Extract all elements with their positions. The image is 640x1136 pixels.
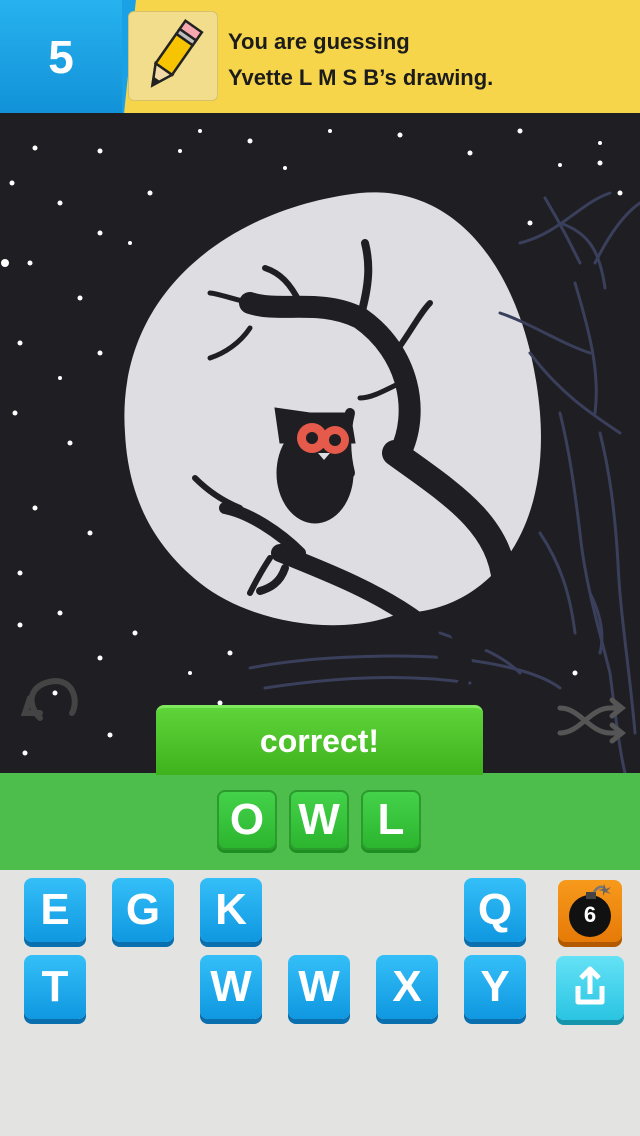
guess-prompt: You are guessing Yvette L M S B’s drawin… [228,24,493,96]
share-button[interactable] [556,956,624,1020]
share-icon [575,966,605,1005]
letter-key[interactable]: K [200,878,262,942]
answer-tile[interactable]: L [361,790,421,850]
letter-key[interactable]: X [376,955,438,1019]
letter-key[interactable]: Y [464,955,526,1019]
letter-key[interactable]: E [24,878,86,942]
pencil-icon [128,11,218,101]
bomb-button[interactable]: 6 [558,880,622,942]
correct-banner: correct! [156,705,483,775]
letter-key[interactable]: Q [464,878,526,942]
bomb-count: 6 [583,902,597,927]
drawing-canvas [0,113,640,773]
letter-key[interactable]: G [112,878,174,942]
turn-score: 5 [0,0,122,113]
answer-tile[interactable]: W [289,790,349,850]
guess-prompt-artist: Yvette L M S B’s drawing. [228,65,494,90]
letter-key[interactable]: W [200,955,262,1019]
guess-prompt-line1: You are guessing [228,29,410,54]
answer-tile[interactable]: O [217,790,277,850]
letter-key[interactable]: T [24,955,86,1019]
letter-key[interactable]: W [288,955,350,1019]
